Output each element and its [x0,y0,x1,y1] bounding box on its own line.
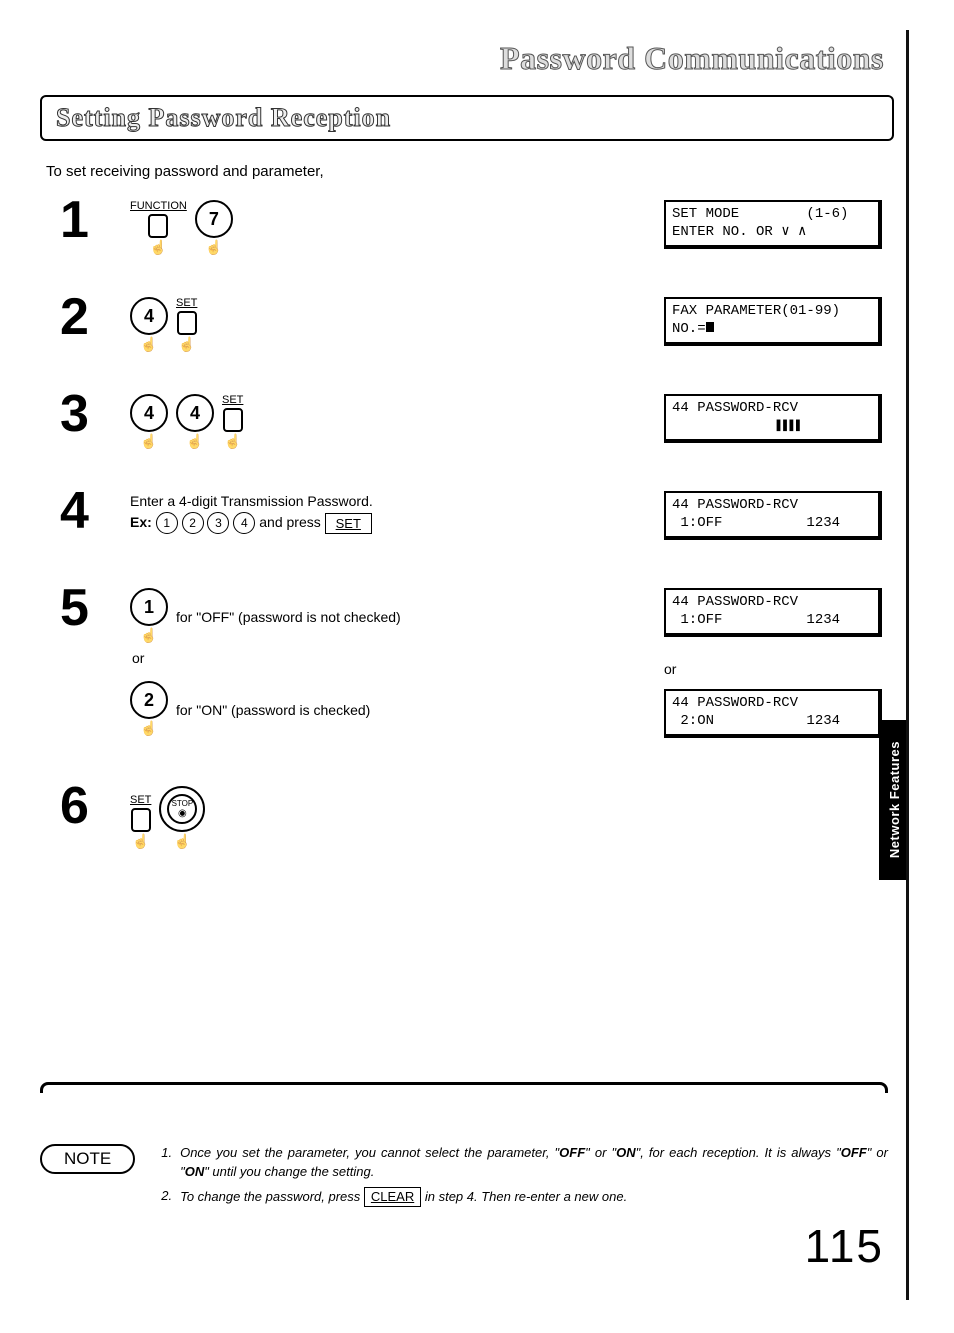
press-icon: ☝ [186,434,203,448]
step5-on-text: for "ON" (password is checked) [176,700,370,735]
note-2: 2. To change the password, press CLEAR i… [161,1187,888,1207]
set-label: SET [130,794,151,806]
stop-label: STOP [172,799,194,808]
press-icon: ☝ [224,434,241,448]
step-2: 2 4 ☝ SET ☝ FAX PA [40,291,894,370]
lcd-display-1: SET MODE (1-6) ENTER NO. OR ∨ ∧ [664,200,882,249]
step-number: 5 [40,582,130,634]
lcd-display-5b: 44 PASSWORD-RCV 2:ON 1234 [664,689,882,738]
step-6: 6 SET ☝ STOP ◉ [40,780,894,848]
step5-or: or [132,648,664,669]
step-number: 4 [40,485,130,537]
step-number: 6 [40,780,130,832]
lcd-display-2: FAX PARAMETER(01-99) NO.= [664,297,882,346]
lcd-display-3: 44 PASSWORD-RCV ❚❚❚❚ [664,394,882,443]
lcd-display-5a: 44 PASSWORD-RCV 1:OFF 1234 [664,588,882,637]
set-button: SET ☝ [222,394,243,448]
section-heading: Setting Password Reception [40,95,894,141]
key-2: 2 ☝ [130,681,168,735]
step5-off-text: for "OFF" (password is not checked) [176,607,401,642]
press-icon: ☝ [140,434,157,448]
set-label: SET [222,394,243,406]
step4-example: Ex: 1 2 3 4 and press SET [130,512,664,534]
set-label: SET [176,297,197,309]
press-icon: ☝ [150,240,167,254]
step4-line1: Enter a 4-digit Transmission Password. [130,491,664,512]
key-4b: 4 ☝ [176,394,214,448]
press-icon: ☝ [178,337,195,351]
set-button: SET ☝ [130,794,151,848]
side-tab: Network Features [879,720,909,880]
step-number: 3 [40,388,130,440]
lcd-or: or [664,661,894,677]
note-separator [40,1082,888,1093]
key-1: 1 ☝ [130,588,168,642]
step-4: 4 Enter a 4-digit Transmission Password.… [40,485,894,564]
function-button: FUNCTION ☝ [130,200,187,254]
press-icon: ☝ [132,834,149,848]
clear-box: CLEAR [364,1187,421,1207]
set-box: SET [325,513,372,535]
key-4a: 4 ☝ [130,394,168,448]
ex-key-4: 4 [233,512,255,534]
note-block: NOTE 1. Once you set the parameter, you … [40,1144,888,1213]
note-pill: NOTE [40,1144,135,1174]
press-icon: ☝ [140,337,157,351]
lcd-display-4: 44 PASSWORD-RCV 1:OFF 1234 [664,491,882,540]
stop-button: STOP ◉ ☝ [159,786,205,848]
page-title: Password Communications [40,40,894,77]
step-number: 1 [40,194,130,246]
step-5: 5 1 ☝ for "OFF" (password is not checked… [40,582,894,762]
ex-key-1: 1 [156,512,178,534]
set-button: SET ☝ [176,297,197,351]
press-icon: ☝ [140,628,157,642]
key-4: 4 ☝ [130,297,168,351]
step-number: 2 [40,291,130,343]
key-7: 7 ☝ [195,200,233,254]
ex-key-2: 2 [182,512,204,534]
press-icon: ☝ [140,721,157,735]
step-3: 3 4 ☝ 4 ☝ SET ☝ [40,388,894,467]
press-icon: ☝ [205,240,222,254]
page-number: 115 [805,1219,884,1273]
intro-text: To set receiving password and parameter, [46,163,894,180]
note-1: 1. Once you set the parameter, you canno… [161,1144,888,1180]
ex-key-3: 3 [207,512,229,534]
stop-icon: ◉ [178,808,187,819]
press-icon: ☝ [174,834,191,848]
step-1: 1 FUNCTION ☝ 7 ☝ S [40,194,894,273]
function-label: FUNCTION [130,200,187,212]
